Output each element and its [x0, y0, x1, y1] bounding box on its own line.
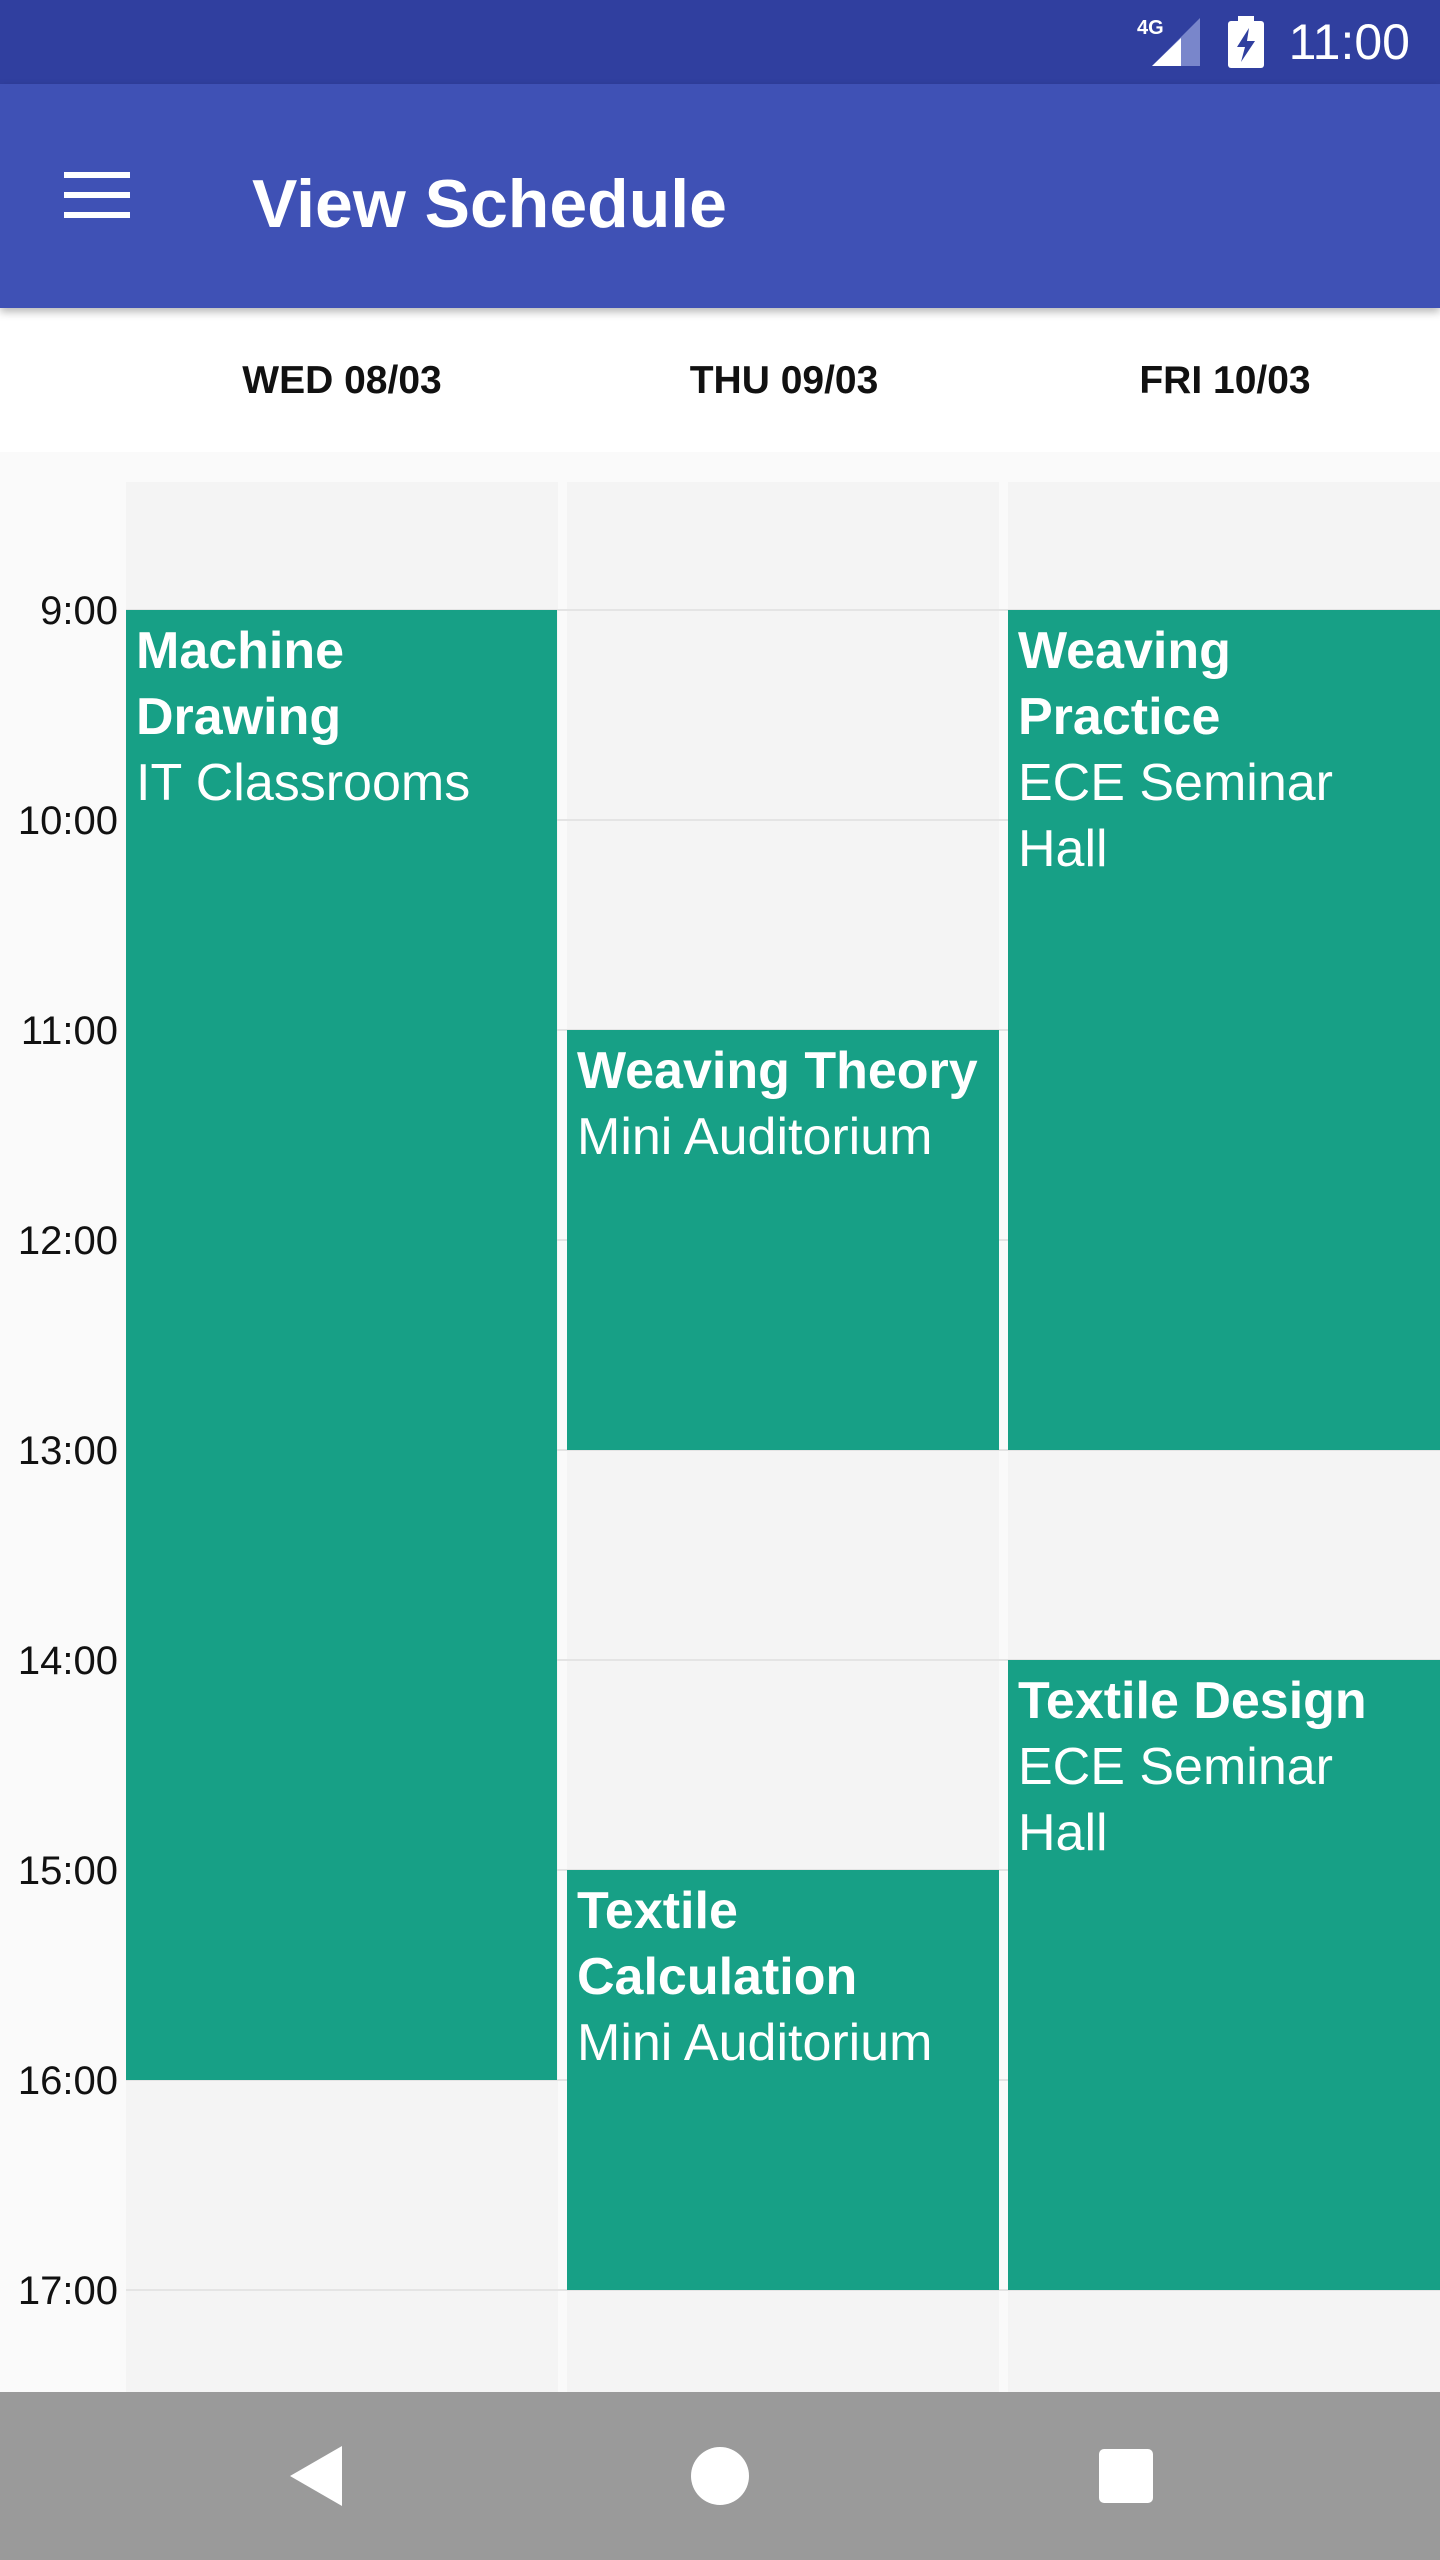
- event-title: Machine Drawing: [136, 622, 345, 746]
- back-button[interactable]: [266, 2426, 366, 2526]
- event-title: Weaving Theory: [577, 1042, 978, 1100]
- recents-button[interactable]: [1076, 2426, 1176, 2526]
- day-header-wed[interactable]: WED 08/03: [122, 356, 562, 406]
- status-clock: 11:00: [1288, 14, 1410, 70]
- event-title: Weaving Practice: [1018, 622, 1231, 746]
- event-textile-calculation[interactable]: Textile Calculation Mini Auditorium: [567, 1870, 999, 2290]
- signal-4g-icon: 4G: [1137, 17, 1200, 66]
- home-button[interactable]: [670, 2426, 770, 2526]
- event-weaving-practice[interactable]: Weaving Practice ECE Seminar Hall: [1008, 610, 1440, 1450]
- time-label: 13:00: [17, 1429, 118, 1473]
- home-icon: [691, 2447, 749, 2505]
- event-location: Mini Auditorium: [577, 1108, 933, 1166]
- hamburger-menu-icon: [64, 172, 130, 218]
- time-label: 12:00: [17, 1219, 118, 1263]
- menu-button[interactable]: [44, 158, 154, 234]
- time-label: 14:00: [17, 1639, 118, 1683]
- event-location: IT Classrooms: [136, 754, 471, 812]
- day-header-fri[interactable]: FRI 10/03: [1005, 356, 1440, 406]
- event-textile-design[interactable]: Textile Design ECE Seminar Hall: [1008, 1660, 1440, 2290]
- time-label: 17:00: [17, 2269, 118, 2313]
- event-title: Textile Design: [1018, 1672, 1367, 1730]
- schedule-grid[interactable]: 9:00 10:00 11:00 12:00 13:00 14:00 15:00…: [0, 452, 1440, 2392]
- day-header-thu[interactable]: THU 09/03: [564, 356, 1004, 406]
- page-title: View Schedule: [252, 166, 727, 242]
- back-icon: [290, 2446, 342, 2506]
- time-label: 9:00: [40, 589, 118, 633]
- time-label: 10:00: [17, 799, 118, 843]
- time-label: 15:00: [17, 1849, 118, 1893]
- event-machine-drawing[interactable]: Machine Drawing IT Classrooms: [126, 610, 557, 2080]
- svg-text:4G: 4G: [1137, 17, 1164, 39]
- event-weaving-theory[interactable]: Weaving Theory Mini Auditorium: [567, 1030, 999, 1450]
- status-bar: 4G 11:00: [0, 0, 1440, 84]
- battery-charging-icon: [1228, 16, 1264, 68]
- event-location: ECE Seminar Hall: [1018, 1738, 1333, 1862]
- navigation-bar: [0, 2392, 1440, 2560]
- recents-icon: [1099, 2449, 1153, 2503]
- app-bar: View Schedule: [0, 84, 1440, 308]
- event-location: ECE Seminar Hall: [1018, 754, 1333, 878]
- event-title: Textile Calculation: [577, 1882, 858, 2006]
- day-header: WED 08/03 THU 09/03 FRI 10/03: [0, 308, 1440, 452]
- event-location: Mini Auditorium: [577, 2014, 933, 2072]
- time-label: 16:00: [17, 2059, 118, 2103]
- time-label: 11:00: [20, 1009, 118, 1053]
